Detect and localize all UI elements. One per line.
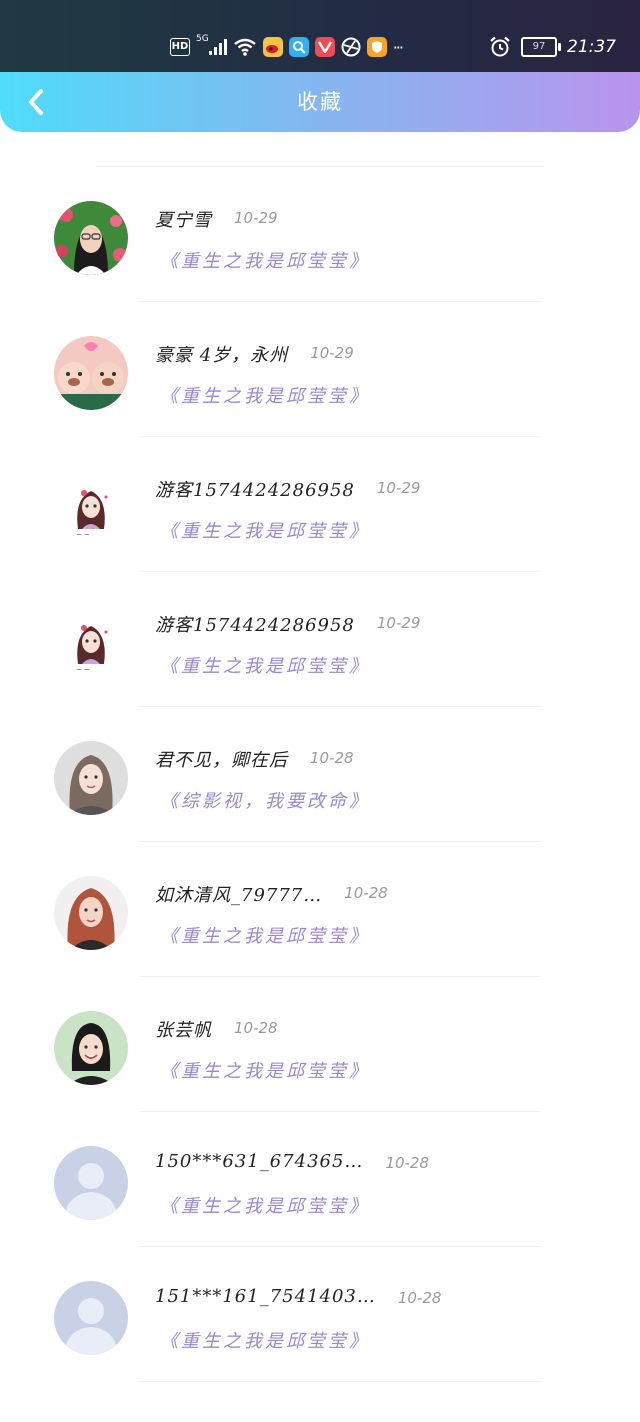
vip-app-icon	[314, 37, 335, 57]
favorite-date: 10-28	[234, 1019, 278, 1037]
favorite-date: 10-28	[344, 884, 388, 902]
list-item[interactable]: ~ ~ 游客1574424286958 10-29 《重生之我是邱莹莹》	[0, 437, 640, 572]
avatar[interactable]	[54, 1281, 128, 1355]
book-title-link[interactable]: 《重生之我是邱莹莹》	[160, 922, 370, 948]
avatar[interactable]	[54, 741, 128, 815]
network-label: 5G	[196, 34, 209, 44]
user-name: 豪豪 4岁，永州	[155, 345, 289, 366]
favorite-date: 10-29	[310, 344, 354, 362]
favorite-date: 10-29	[376, 614, 421, 632]
signal-icon: 5G	[196, 34, 227, 58]
list-item[interactable]: 豪豪 4岁，永州 10-29 《重生之我是邱莹莹》	[0, 302, 640, 437]
alarm-icon	[489, 36, 511, 58]
divider	[140, 1381, 540, 1382]
battery-icon: 97	[521, 37, 561, 57]
list-item[interactable]: 夏宁雪 10-29 《重生之我是邱莹莹》	[0, 167, 640, 302]
list-item[interactable]: 150***631_674365… 10-28 《重生之我是邱莹莹》	[0, 1112, 640, 1247]
list-item[interactable]: 张芸帆 10-28 《重生之我是邱莹莹》	[0, 977, 640, 1112]
avatar[interactable]: ~ ~	[54, 471, 128, 545]
user-name: 如沐清风_79777…	[155, 885, 323, 906]
user-name: 君不见，卿在后	[155, 750, 288, 771]
avatar[interactable]: ~ ~	[54, 606, 128, 680]
user-name: 151***161_7541403…	[155, 1286, 376, 1307]
user-name: 游客1574424286958	[155, 615, 355, 636]
header-bar: 收藏	[0, 72, 640, 132]
book-title-link[interactable]: 《重生之我是邱莹莹》	[160, 382, 370, 408]
svg-text:~ ~: ~ ~	[76, 531, 90, 539]
favorite-date: 10-29	[234, 209, 278, 227]
favorite-date: 10-28	[385, 1154, 430, 1172]
book-title-link[interactable]: 《重生之我是邱莹莹》	[160, 1327, 370, 1353]
list-item[interactable]: 151***161_7541403… 10-28 《重生之我是邱莹莹》	[0, 1247, 640, 1382]
status-icons: HD 5G ···	[170, 34, 404, 60]
browser-app-icon	[341, 36, 361, 58]
status-right: 97 21:37	[489, 34, 616, 60]
book-title-link[interactable]: 《重生之我是邱莹莹》	[160, 247, 370, 273]
svg-text:~ ~: ~ ~	[76, 666, 90, 674]
search-app-icon	[288, 37, 309, 57]
favorite-date: 10-29	[376, 479, 421, 497]
list-item[interactable]: ~ ~ 游客1574424286958 10-29 《重生之我是邱莹莹》	[0, 572, 640, 707]
avatar[interactable]	[54, 876, 128, 950]
favorite-date: 10-28	[310, 749, 354, 767]
clock: 21:37	[567, 37, 616, 57]
list-item[interactable]: 君不见，卿在后 10-28 《综影视，我要改命》	[0, 707, 640, 842]
user-name: 夏宁雪	[155, 210, 212, 231]
favorite-date: 10-28	[397, 1289, 442, 1307]
book-title-link[interactable]: 《重生之我是邱莹莹》	[160, 1192, 370, 1218]
list-item[interactable]: 如沐清风_79777… 10-28 《重生之我是邱莹莹》	[0, 842, 640, 977]
favorites-list: 夏宁雪 10-29 《重生之我是邱莹莹》 豪豪 4岁，永州 10-29 《重生之我是邱莹莹…	[0, 150, 640, 1382]
book-title-link[interactable]: 《综影视，我要改命》	[160, 787, 370, 813]
wifi-icon	[233, 36, 257, 58]
avatar[interactable]	[54, 201, 128, 275]
hd-icon: HD	[170, 38, 190, 56]
avatar[interactable]	[54, 336, 128, 410]
avatar[interactable]	[54, 1146, 128, 1220]
book-title-link[interactable]: 《重生之我是邱莹莹》	[160, 517, 370, 543]
avatar[interactable]	[54, 1011, 128, 1085]
user-name: 游客1574424286958	[155, 480, 355, 501]
book-title-link[interactable]: 《重生之我是邱莹莹》	[160, 652, 370, 678]
weibo-app-icon	[262, 37, 283, 57]
book-title-link[interactable]: 《重生之我是邱莹莹》	[160, 1057, 370, 1083]
shield-app-icon	[366, 37, 387, 57]
user-name: 张芸帆	[155, 1020, 212, 1041]
user-name: 150***631_674365…	[155, 1151, 364, 1172]
more-notifications-icon: ···	[392, 37, 404, 57]
page-title: 收藏	[297, 90, 343, 114]
